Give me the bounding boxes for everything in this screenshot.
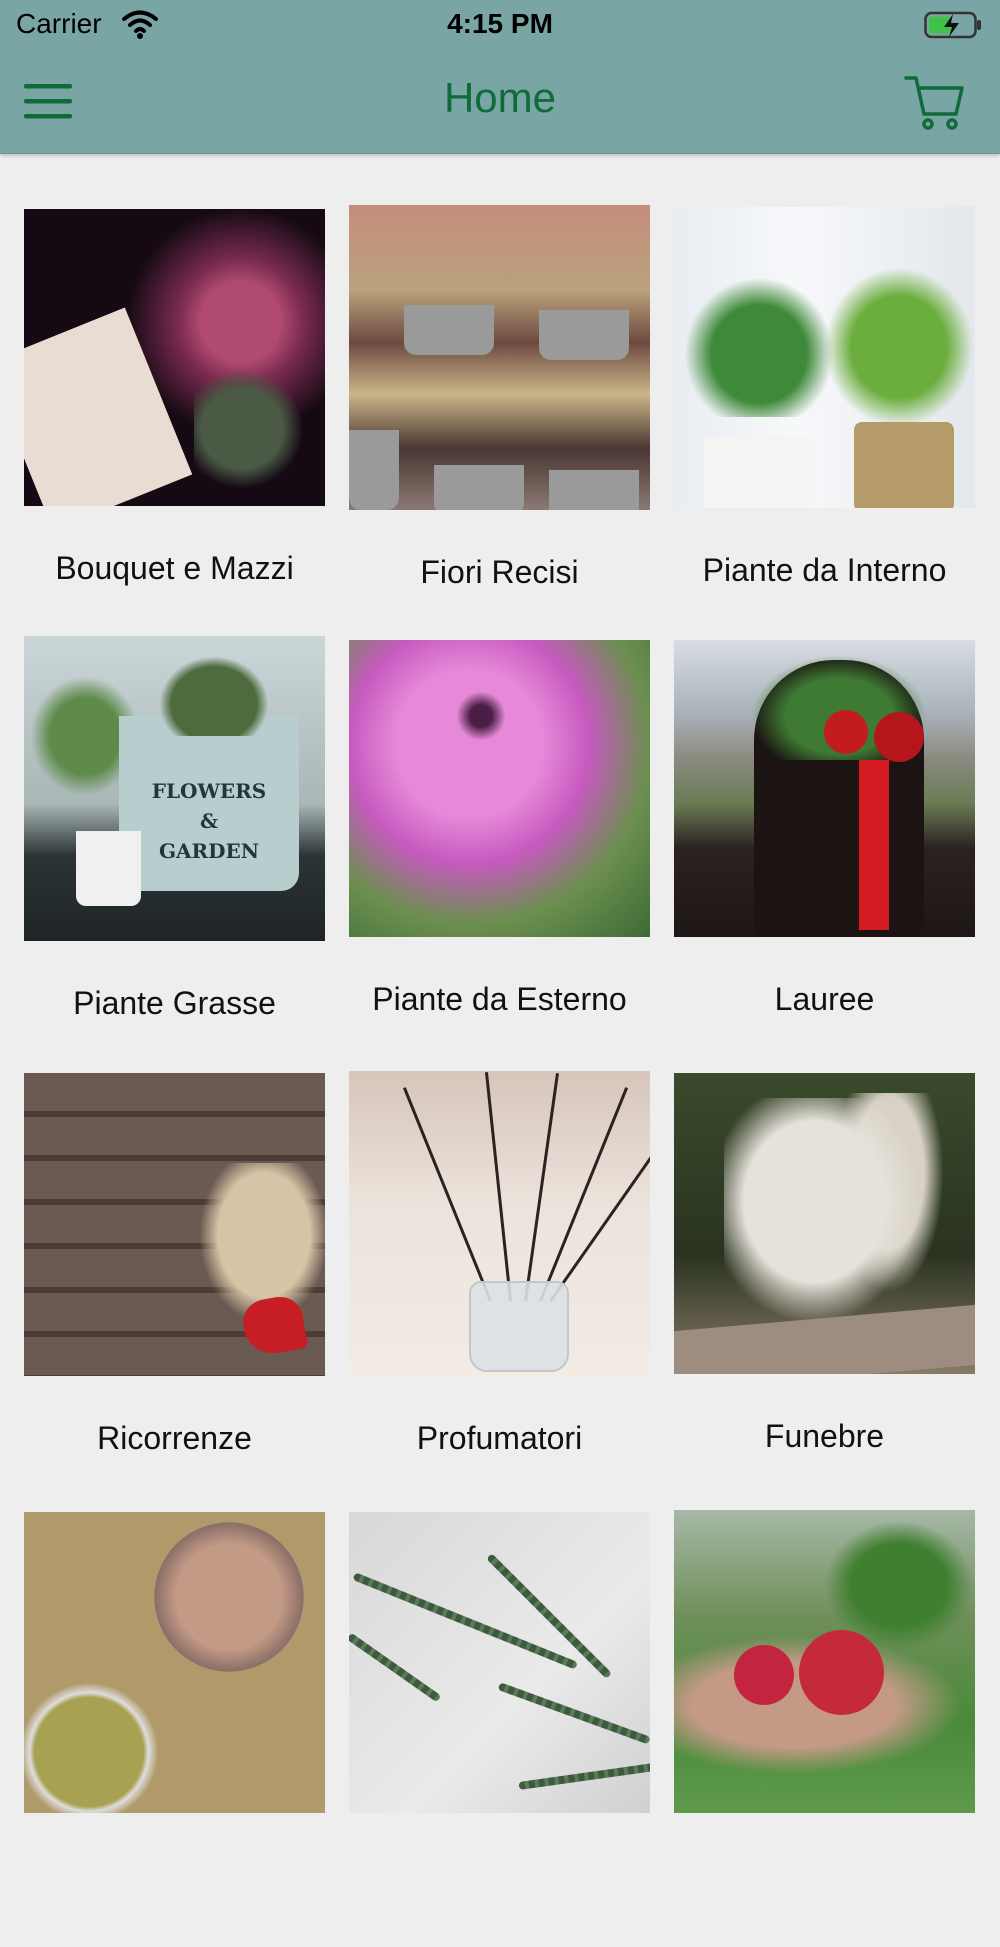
category-bouquet-e-mazzi[interactable]: Bouquet e Mazzi <box>24 201 325 636</box>
category-label: Ricorrenze <box>97 1420 252 1456</box>
herbs-image <box>349 1512 650 1813</box>
category-profumatori[interactable]: Profumatori <box>349 1071 650 1506</box>
category-grid: Bouquet e Mazzi Fiori Recisi Piante da I… <box>24 201 976 1941</box>
category-legumi[interactable] <box>24 1506 325 1941</box>
indoor-plants-image <box>674 207 975 508</box>
category-piante-da-interno[interactable]: Piante da Interno <box>674 201 975 636</box>
vegetables-image <box>674 1510 975 1813</box>
category-lauree[interactable]: Lauree <box>674 636 975 1071</box>
cut-flowers-image <box>349 205 650 510</box>
category-aromatiche[interactable] <box>349 1506 650 1941</box>
category-label <box>24 1813 325 1947</box>
category-label: Piante da Interno <box>702 552 947 588</box>
category-orto[interactable] <box>674 1506 975 1941</box>
occasions-image <box>24 1073 325 1376</box>
outdoor-plants-image <box>349 640 650 937</box>
category-label: Bouquet e Mazzi <box>55 550 294 586</box>
category-label: Piante da Esterno <box>372 981 627 1017</box>
category-label: Lauree <box>774 981 875 1017</box>
bouquet-image <box>24 209 325 506</box>
category-label: Funebre <box>764 1418 885 1454</box>
funeral-image <box>674 1073 975 1374</box>
category-label: Profumatori <box>416 1420 583 1456</box>
page-title: Home <box>443 74 557 121</box>
category-fiori-recisi[interactable]: Fiori Recisi <box>349 201 650 636</box>
category-ricorrenze[interactable]: Ricorrenze <box>24 1071 325 1506</box>
category-funebre[interactable]: Funebre <box>674 1071 975 1506</box>
shopping-cart-icon[interactable] <box>902 70 966 134</box>
navigation-bar: Home <box>0 50 1000 154</box>
category-piante-grasse[interactable]: FLOWERS & GARDEN Piante Grasse <box>24 636 325 1071</box>
diffusers-image <box>349 1071 650 1376</box>
category-label: Fiori Recisi <box>420 554 579 590</box>
battery-charging-icon <box>924 11 981 39</box>
flowers-garden-pot-text: FLOWERS & GARDEN <box>151 779 267 863</box>
succulents-image: FLOWERS & GARDEN <box>24 636 325 941</box>
graduation-image <box>674 640 975 937</box>
clock: 4:15 PM <box>447 8 553 39</box>
category-piante-da-esterno[interactable]: Piante da Esterno <box>349 636 650 1071</box>
category-label <box>674 1813 975 1947</box>
category-label: Piante Grasse <box>73 985 276 1021</box>
status-bar: Carrier 4:15 PM <box>0 0 1000 50</box>
legumes-image <box>24 1512 325 1813</box>
category-label <box>349 1813 650 1947</box>
